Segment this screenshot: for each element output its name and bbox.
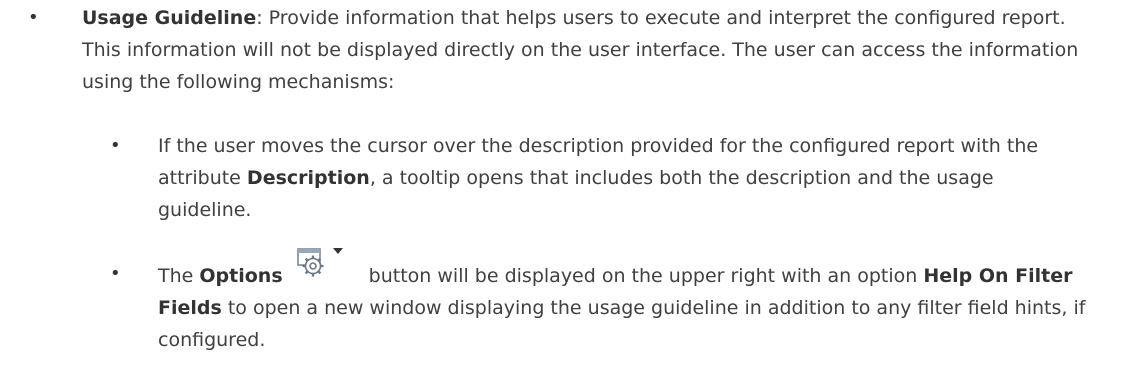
options-label: Options <box>199 265 283 287</box>
paragraph-usage-guideline: Usage Guideline: Provide information tha… <box>82 2 1092 98</box>
attribute-description: Description <box>246 167 370 189</box>
options-text-start: The <box>158 265 200 287</box>
bullet-usage-guideline: • <box>28 7 39 28</box>
bullet-tooltip-mechanism: • <box>110 135 121 156</box>
term-usage-guideline: Usage Guideline <box>82 7 257 29</box>
bullet-options-mechanism: • <box>110 263 121 284</box>
options-gear-dropdown-icon <box>293 248 345 284</box>
document-body: • Usage Guideline: Provide information t… <box>0 0 1127 376</box>
options-text-middle: button will be displayed on the upper ri… <box>362 265 924 287</box>
options-text-end: to open a new window displaying the usag… <box>158 297 1086 351</box>
paragraph-tooltip-mechanism: If the user moves the cursor over the de… <box>158 130 1088 226</box>
paragraph-options-mechanism: The Options button will be displayed on … <box>158 248 1088 356</box>
